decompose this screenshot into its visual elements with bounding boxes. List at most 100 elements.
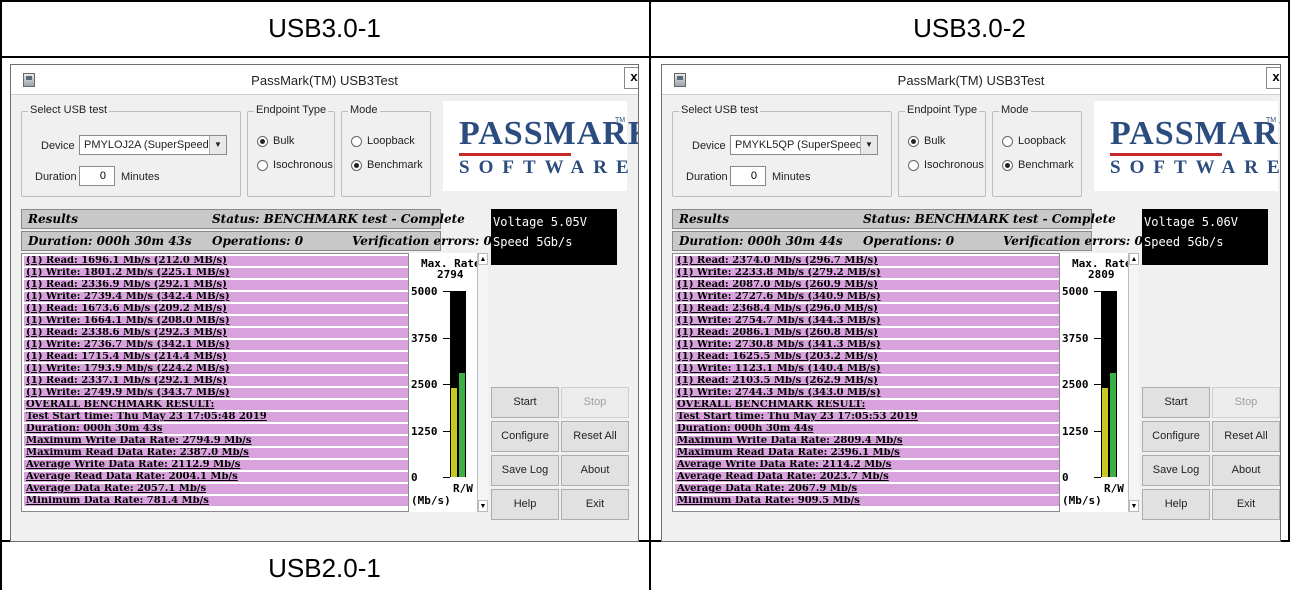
reset-all-button[interactable]: Reset All [1212,421,1280,452]
log-line: (1) Write: 2749.9 Mb/s (343.7 MB/s) [24,388,408,398]
gauge-tick [443,337,450,339]
speed-readout: Speed 5Gb/s [493,235,573,249]
stop-button[interactable]: Stop [561,387,629,418]
table-border-middle [649,0,651,590]
gauge-scale-label: 1250 [411,424,438,438]
bulk-radio[interactable] [257,136,268,147]
scroll-down-arrow[interactable]: ▼ [478,500,488,512]
exit-button[interactable]: Exit [1212,489,1280,520]
gauge-scale-label: 5000 [1062,285,1089,298]
isochronous-label: Isochronous [273,159,333,171]
about-button[interactable]: About [561,455,629,486]
passmark-window-1: PassMark(TM) USB3Test x Select USB test … [10,64,639,542]
passmark-window-2: PassMark(TM) USB3Test x Select USB test … [661,64,1281,542]
log-line: Test Start time: Thu May 23 17:05:53 201… [675,412,1059,422]
log-line: (1) Read: 2336.9 Mb/s (292.1 MB/s) [24,280,408,290]
logo-trademark: TM [615,117,626,124]
log-line: (1) Write: 2730.8 Mb/s (341.3 MB/s) [675,340,1059,350]
exit-button[interactable]: Exit [561,489,629,520]
verification-text: Verification errors: 0 [352,234,492,248]
read-rate-bar [1102,387,1108,477]
gauge-scale-label: 3750 [411,331,438,345]
scroll-up-arrow[interactable]: ▲ [478,253,488,265]
gauge-tick [443,477,450,478]
duration-input[interactable]: 0 [79,166,115,186]
endpoint-type-legend: Endpoint Type [254,104,329,116]
loopback-label: Loopback [367,135,415,147]
results-label: Results [679,212,729,226]
chevron-down-icon[interactable]: ▼ [860,136,877,154]
window-title: PassMark(TM) USB3Test [897,73,1045,88]
logo-wordmark: PASSMARK [459,115,639,152]
log-line: (1) Read: 2087.0 Mb/s (260.9 MB/s) [675,280,1059,290]
device-select-value: PMYLOJ2A (SuperSpeed) [84,139,213,151]
benchmark-radio[interactable] [351,160,362,171]
gauge-tick [1094,384,1101,385]
endpoint-type-group: Endpoint Type [898,104,986,197]
results-summary: Duration: 000h 30m 43s Operations: 0 Ver… [21,231,492,251]
loopback-radio[interactable] [1002,136,1013,147]
logo-wordmark: PASSMARK [1110,115,1280,152]
results-scrollbar[interactable]: ▲ ▼ [477,253,488,512]
endpoint-type-group: Endpoint Type [247,104,335,197]
log-line: (1) Write: 1801.2 Mb/s (225.1 MB/s) [24,268,408,278]
help-button[interactable]: Help [491,489,559,520]
results-log[interactable]: (1) Read: 1696.1 Mb/s (212.0 MB/s) (1) Wr… [21,253,409,512]
about-button[interactable]: About [1212,455,1280,486]
operations-text: Operations: 0 [863,234,955,248]
help-button[interactable]: Help [1142,489,1210,520]
log-line: (1) Read: 2374.0 Mb/s (296.7 MB/s) [675,256,1059,266]
benchmark-radio[interactable] [1002,160,1013,171]
close-button[interactable]: x [1266,67,1280,89]
device-select[interactable]: PMYKL5QP (SuperSpeed) ▼ [730,135,878,155]
log-line: (1) Write: 2736.7 Mb/s (342.1 MB/s) [24,340,408,350]
stop-button[interactable]: Stop [1212,387,1280,418]
gauge-tick [1094,430,1101,432]
isochronous-radio[interactable] [257,160,268,171]
configure-button[interactable]: Configure [1142,421,1210,452]
log-line: (1) Write: 2754.7 Mb/s (344.3 MB/s) [675,316,1059,326]
isochronous-radio[interactable] [908,160,919,171]
voltage-readout: Voltage 5.06V [1144,215,1238,229]
log-line: (1) Write: 1793.9 Mb/s (224.2 MB/s) [24,364,408,374]
gauge-track [450,291,466,477]
start-button[interactable]: Start [491,387,559,418]
gauge-tick [443,384,450,385]
log-line: Duration: 000h 30m 44s [675,424,1059,434]
mode-legend: Mode [348,104,380,116]
bulk-radio[interactable] [908,136,919,147]
log-line: (1) Read: 2338.6 Mb/s (292.3 MB/s) [24,328,408,338]
log-line: Maximum Write Data Rate: 2794.9 Mb/s [24,436,408,446]
results-log[interactable]: (1) Read: 2374.0 Mb/s (296.7 MB/s) (1) Wr… [672,253,1060,512]
log-line: Average Write Data Rate: 2112.9 Mb/s [24,460,408,470]
log-line: (1) Write: 1123.1 Mb/s (140.4 MB/s) [675,364,1059,374]
log-line: Average Read Data Rate: 2004.1 Mb/s [24,472,408,482]
scroll-down-arrow[interactable]: ▼ [1129,500,1139,512]
rate-gauge: Max. Rate 2794 R/W (Mb/s) 5000 3750 2500 12… [409,253,481,512]
save-log-button[interactable]: Save Log [1142,455,1210,486]
log-line: Average Read Data Rate: 2023.7 Mb/s [675,472,1059,482]
column-title-1: USB3.0-1 [268,13,381,43]
log-line: (1) Write: 2233.8 Mb/s (279.2 MB/s) [675,268,1059,278]
scroll-up-arrow[interactable]: ▲ [1129,253,1139,265]
column-title-2: USB3.0-2 [913,13,1026,43]
logo-software: SOFTWARE [1110,157,1281,178]
reset-all-button[interactable]: Reset All [561,421,629,452]
start-button[interactable]: Start [1142,387,1210,418]
chevron-down-icon[interactable]: ▼ [209,136,226,154]
results-scrollbar[interactable]: ▲ ▼ [1128,253,1139,512]
table-border-row1 [0,56,1290,58]
device-select[interactable]: PMYLOJ2A (SuperSpeed) ▼ [79,135,227,155]
results-summary: Duration: 000h 30m 44s Operations: 0 Ver… [672,231,1143,251]
logo-underline [1110,153,1222,156]
status-text: Status: BENCHMARK test - Complete [863,212,1116,226]
close-button[interactable]: x [624,67,638,89]
duration-input[interactable]: 0 [730,166,766,186]
loopback-radio[interactable] [351,136,362,147]
log-line: Minimum Data Rate: 909.5 Mb/s [675,496,1059,506]
save-log-button[interactable]: Save Log [491,455,559,486]
log-line: Average Write Data Rate: 2114.2 Mb/s [675,460,1059,470]
log-line: (1) Read: 2086.1 Mb/s (260.8 MB/s) [675,328,1059,338]
duration-label: Duration [35,171,77,183]
configure-button[interactable]: Configure [491,421,559,452]
